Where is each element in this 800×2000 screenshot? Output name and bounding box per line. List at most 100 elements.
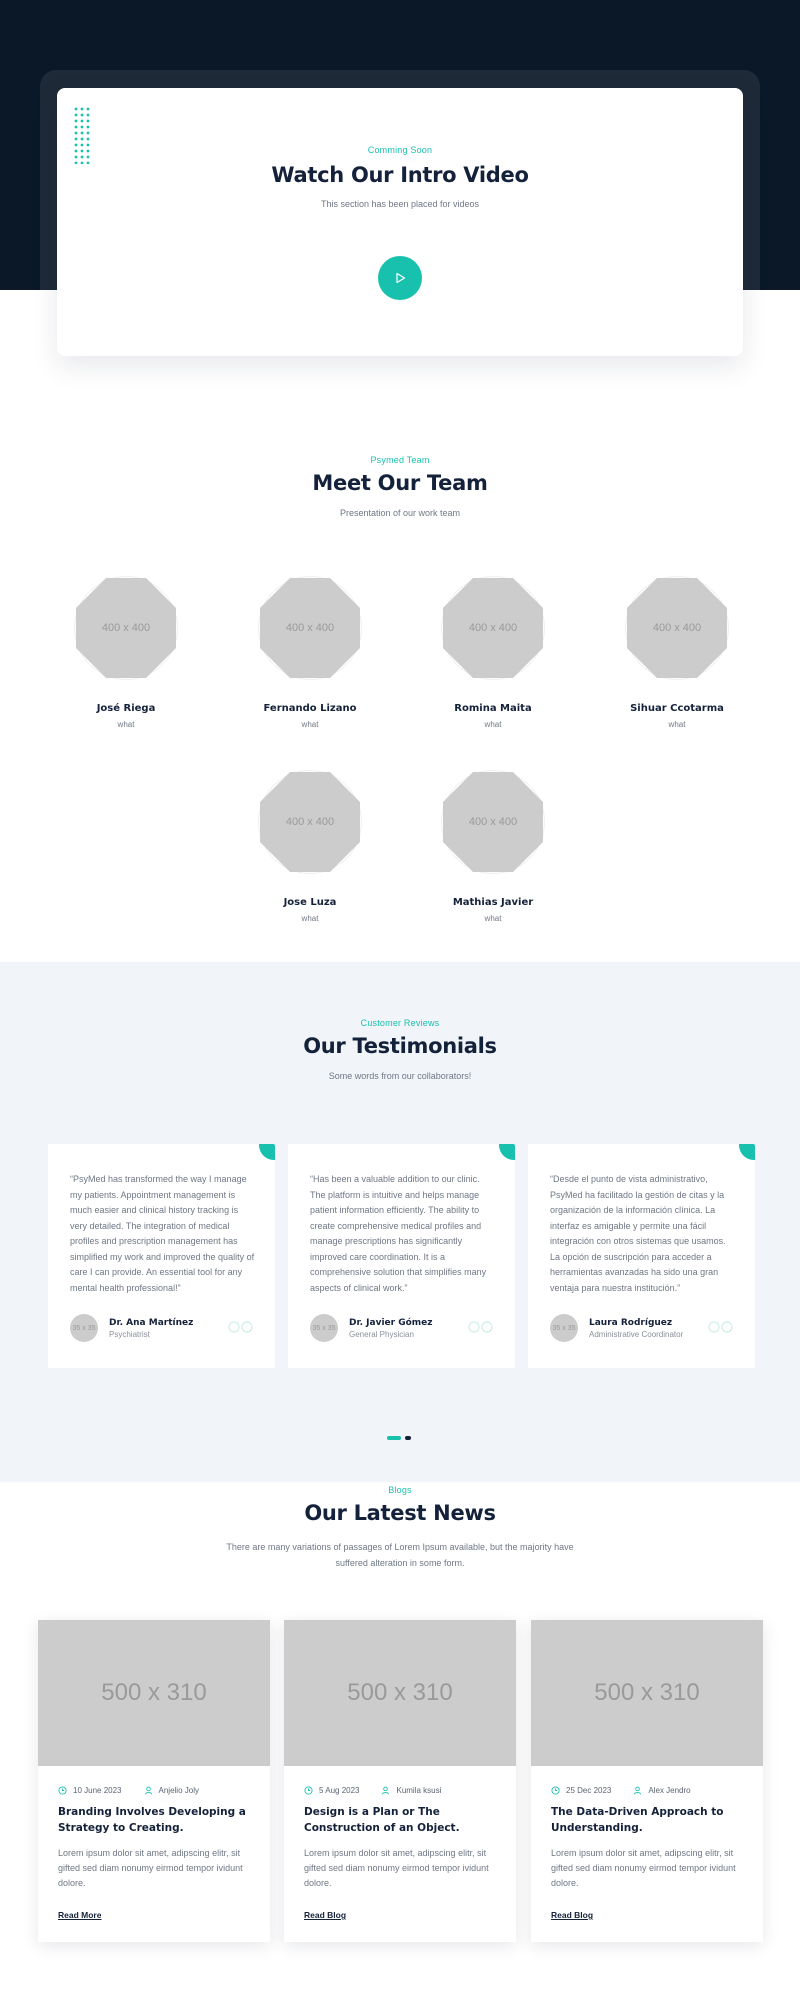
testimonial-card: “PsyMed has transformed the way I manage…: [48, 1144, 275, 1368]
blog-meta: 25 Dec 2023 Alex Jendro: [551, 1786, 763, 1795]
member-name: José Riega: [96, 703, 156, 714]
blog-excerpt: Lorem ipsum dolor sit amet, adipscing el…: [551, 1848, 736, 1888]
pager-dot[interactable]: [405, 1436, 411, 1440]
testimonial-author: 35 x 35 Dr. Ana Martínez Psychiatrist: [70, 1314, 193, 1342]
blog-image: 500 x 310: [38, 1620, 270, 1766]
member-name: Romina Maita: [454, 703, 532, 714]
author-role: Psychiatrist: [109, 1329, 150, 1339]
team-header: Psymed Team Meet Our Team Presentation o…: [0, 455, 800, 518]
author-avatar: 35 x 35: [310, 1314, 338, 1342]
member-role: what: [117, 720, 135, 729]
blog-post-title[interactable]: Branding Involves Developing a Strategy …: [58, 1805, 252, 1836]
clock-icon: [551, 1786, 560, 1795]
team-title: Meet Our Team: [312, 471, 488, 495]
blog-date: 5 Aug 2023: [319, 1786, 360, 1795]
team-eyebrow: Psymed Team: [370, 455, 430, 465]
member-photo: 400 x 400: [76, 578, 176, 678]
testimonial-quote: “Desde el punto de vista administrativo,…: [550, 1174, 726, 1293]
testimonial-author: 35 x 35 Laura Rodríguez Administrative C…: [550, 1314, 683, 1342]
quote-icon: [228, 1321, 253, 1333]
user-icon: [634, 1786, 642, 1795]
clock-icon: [304, 1786, 313, 1795]
blog-title: Our Latest News: [304, 1501, 496, 1525]
blog-card: 500 x 310 25 Dec 2023 Alex Jendro The Da…: [531, 1620, 763, 1942]
member-name: Fernando Lizano: [263, 703, 357, 714]
card-corner-accent: [739, 1144, 755, 1160]
blog-card: 500 x 310 5 Aug 2023 Kumila ksusi Design…: [284, 1620, 516, 1942]
testimonial-pager: [387, 1436, 411, 1440]
member-role: what: [484, 720, 502, 729]
testimonial-quote: “Has been a valuable addition to our cli…: [310, 1174, 487, 1293]
clock-icon: [58, 1786, 67, 1795]
blog-author: Alex Jendro: [648, 1786, 691, 1795]
blog-meta: 5 Aug 2023 Kumila ksusi: [304, 1786, 516, 1795]
member-photo: 400 x 400: [443, 772, 543, 872]
card-corner-accent: [259, 1144, 275, 1160]
intro-eyebrow: Comming Soon: [367, 145, 433, 155]
blog-header: Blogs Our Latest News There are many var…: [0, 1485, 800, 1571]
testimonials-title: Our Testimonials: [303, 1034, 497, 1058]
intro-title: Watch Our Intro Video: [271, 163, 529, 187]
testimonials-eyebrow: Customer Reviews: [360, 1018, 440, 1028]
blog-author: Kumila ksusi: [396, 1786, 442, 1795]
member-name: Sihuar Ccotarma: [630, 703, 724, 714]
pager-dot-active[interactable]: [387, 1436, 401, 1440]
blog-date: 25 Dec 2023: [566, 1786, 612, 1795]
member-role: what: [484, 914, 502, 923]
member-photo-frame: 400 x 400: [441, 770, 545, 874]
author-role: Administrative Coordinator: [589, 1329, 684, 1339]
author-name: Dr. Ana Martínez: [109, 1317, 194, 1328]
member-photo: 400 x 400: [260, 772, 360, 872]
blog-author: Anjelio Joly: [158, 1786, 199, 1795]
team-member: 400 x 400 Sihuar Ccotarma what: [612, 576, 742, 729]
member-role: what: [301, 914, 319, 923]
team-member: 400 x 400 José Riega what: [61, 576, 191, 729]
blog-eyebrow: Blogs: [388, 1485, 412, 1495]
member-role: what: [668, 720, 686, 729]
quote-icon: [708, 1321, 733, 1333]
testimonial-card: “Desde el punto de vista administrativo,…: [528, 1144, 755, 1368]
read-blog-link[interactable]: Read Blog: [304, 1910, 346, 1920]
card-corner-accent: [499, 1144, 515, 1160]
blog-post-title[interactable]: The Data-Driven Approach to Understandin…: [551, 1805, 745, 1836]
play-icon: [396, 272, 406, 284]
member-photo-frame: 400 x 400: [625, 576, 729, 680]
intro-subtitle: This section has been placed for videos: [320, 199, 480, 209]
read-more-link[interactable]: Read More: [58, 1910, 101, 1920]
blog-excerpt: Lorem ipsum dolor sit amet, adipscing el…: [58, 1848, 243, 1888]
play-video-button[interactable]: [378, 256, 422, 300]
member-photo-frame: 400 x 400: [441, 576, 545, 680]
blog-subtitle: There are many variations of passages of…: [0, 1539, 800, 1571]
team-subtitle: Presentation of our work team: [339, 508, 461, 518]
user-icon: [144, 1786, 152, 1795]
testimonials-header: Customer Reviews Our Testimonials Some w…: [0, 1018, 800, 1081]
blog-card: 500 x 310 10 June 2023 Anjelio Joly Bran…: [38, 1620, 270, 1942]
testimonial-card: “Has been a valuable addition to our cli…: [288, 1144, 515, 1368]
user-icon: [382, 1786, 390, 1795]
blog-meta: 10 June 2023 Anjelio Joly: [58, 1786, 270, 1795]
member-role: what: [301, 720, 319, 729]
member-photo-frame: 400 x 400: [258, 770, 362, 874]
blog-excerpt: Lorem ipsum dolor sit amet, adipscing el…: [304, 1848, 489, 1888]
blog-image: 500 x 310: [531, 1620, 763, 1766]
blog-image: 500 x 310: [284, 1620, 516, 1766]
author-name: Dr. Javier Gómez: [349, 1317, 433, 1328]
intro-video-card: Comming Soon Watch Our Intro Video This …: [57, 88, 743, 356]
team-member: 400 x 400 Mathias Javier what: [428, 770, 558, 923]
member-photo: 400 x 400: [260, 578, 360, 678]
testimonial-author: 35 x 35 Dr. Javier Gómez General Physici…: [310, 1314, 433, 1342]
quote-icon: [468, 1321, 493, 1333]
testimonial-quote: “PsyMed has transformed the way I manage…: [70, 1174, 255, 1293]
blog-subtitle-line: There are many variations of passages of…: [226, 1542, 574, 1552]
team-member: 400 x 400 Romina Maita what: [428, 576, 558, 729]
author-role: General Physician: [349, 1329, 414, 1339]
member-name: Mathias Javier: [452, 897, 534, 908]
team-member: 400 x 400 Fernando Lizano what: [245, 576, 375, 729]
testimonials-subtitle: Some words from our collaborators!: [328, 1071, 472, 1081]
blog-subtitle-line: suffered alteration in some form.: [335, 1558, 465, 1568]
blog-post-title[interactable]: Design is a Plan or The Construction of …: [304, 1805, 498, 1836]
blog-date: 10 June 2023: [73, 1786, 122, 1795]
team-member: 400 x 400 Jose Luza what: [245, 770, 375, 923]
member-name: Jose Luza: [283, 897, 337, 908]
read-blog-link[interactable]: Read Blog: [551, 1910, 593, 1920]
